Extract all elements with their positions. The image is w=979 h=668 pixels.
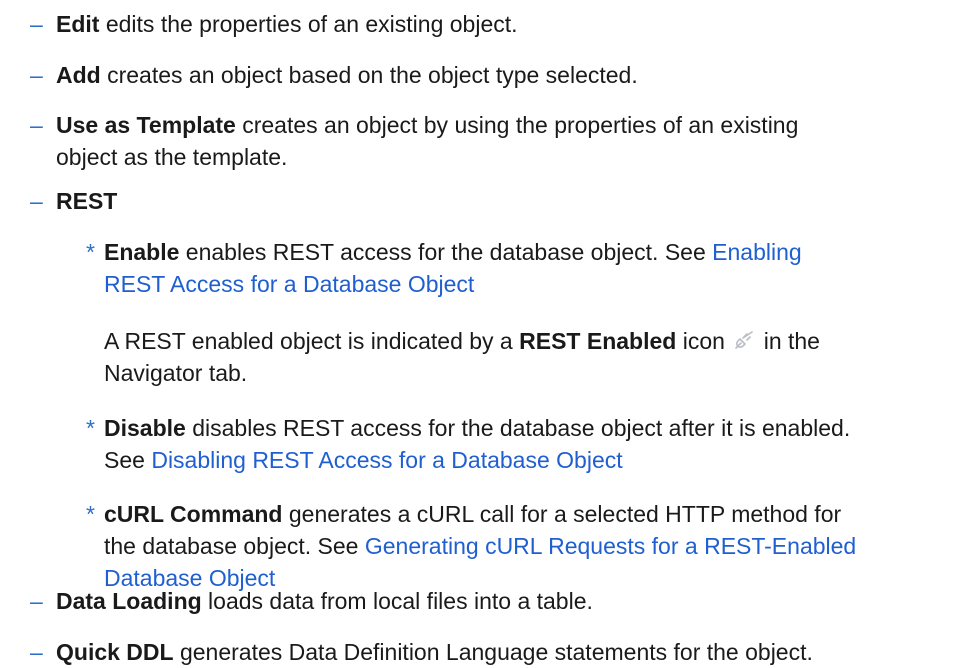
- sub-item-text: Disable disables REST access for the dat…: [104, 412, 979, 476]
- note-prefix: A REST enabled object is indicated by a: [104, 328, 520, 354]
- disable-line-2: See Disabling REST Access for a Database…: [104, 444, 979, 476]
- generating-curl-link-part-1[interactable]: Generating cURL Requests for a REST-Enab…: [365, 533, 856, 559]
- sub-item-text: Enable enables REST access for the datab…: [104, 236, 979, 300]
- plug-icon: [735, 331, 754, 349]
- term-rest-enabled: REST Enabled: [519, 328, 677, 354]
- curl-description-2: the database object. See: [104, 533, 365, 559]
- template-line-2: object as the template.: [56, 144, 288, 170]
- list-item-text: Add creates an object based on the objec…: [56, 59, 971, 91]
- enabling-rest-link-part-1[interactable]: Enabling: [712, 239, 802, 265]
- term-disable: Disable: [104, 415, 186, 441]
- term-add: Add: [56, 62, 101, 88]
- star-bullet: *: [86, 415, 95, 441]
- term-curl-command: cURL Command: [104, 501, 283, 527]
- dash-bullet: –: [30, 188, 43, 214]
- quick-ddl-description: generates Data Definition Language state…: [173, 639, 813, 665]
- note-line-2: Navigator tab.: [104, 360, 248, 386]
- term-rest: REST: [56, 188, 118, 214]
- disable-see: See: [104, 447, 152, 473]
- enable-description: enables REST access for the database obj…: [179, 239, 713, 265]
- star-bullet: *: [86, 501, 95, 527]
- enabling-rest-link-part-2[interactable]: REST Access for a Database Object: [104, 271, 474, 297]
- curl-line-2: the database object. See Generating cURL…: [104, 530, 979, 562]
- edit-description: edits the properties of an existing obje…: [99, 11, 518, 37]
- list-item-text: Use as Template creates an object by usi…: [56, 109, 971, 173]
- note-suffix: in the: [757, 328, 820, 354]
- dash-bullet: –: [30, 62, 43, 88]
- dash-bullet: –: [30, 11, 43, 37]
- disable-description: disables REST access for the database ob…: [185, 415, 851, 441]
- list-item-text: Data Loading loads data from local files…: [56, 585, 971, 617]
- star-bullet: *: [86, 239, 95, 265]
- template-description-1: creates an object by using the propertie…: [235, 112, 799, 138]
- disabling-rest-link[interactable]: Disabling REST Access for a Database Obj…: [151, 447, 622, 473]
- curl-line-1: cURL Command generates a cURL call for a…: [104, 498, 979, 530]
- list-item-text: Edit edits the properties of an existing…: [56, 8, 971, 40]
- term-enable: Enable: [104, 239, 180, 265]
- term-edit: Edit: [56, 11, 100, 37]
- term-quick-ddl: Quick DDL: [56, 639, 174, 665]
- data-loading-description: loads data from local files into a table…: [201, 588, 593, 614]
- sub-item-text: cURL Command generates a cURL call for a…: [104, 498, 979, 594]
- add-description: creates an object based on the object ty…: [100, 62, 638, 88]
- dash-bullet: –: [30, 112, 43, 138]
- note-line-1: A REST enabled object is indicated by a …: [104, 325, 979, 357]
- dash-bullet: –: [30, 588, 43, 614]
- note-text: A REST enabled object is indicated by a …: [104, 325, 979, 389]
- enable-line-1: Enable enables REST access for the datab…: [104, 236, 979, 268]
- term-use-as-template: Use as Template: [56, 112, 236, 138]
- note-middle: icon: [676, 328, 732, 354]
- template-line-1: Use as Template creates an object by usi…: [56, 109, 971, 141]
- curl-description-1: generates a cURL call for a selected HTT…: [282, 501, 842, 527]
- term-data-loading: Data Loading: [56, 588, 202, 614]
- list-item-text: Quick DDL generates Data Definition Lang…: [56, 636, 971, 668]
- document-page: – Edit edits the properties of an existi…: [0, 0, 979, 667]
- disable-line-1: Disable disables REST access for the dat…: [104, 412, 979, 444]
- enable-line-2: REST Access for a Database Object: [104, 268, 979, 300]
- dash-bullet: –: [30, 639, 43, 665]
- list-item-text: REST: [56, 185, 971, 217]
